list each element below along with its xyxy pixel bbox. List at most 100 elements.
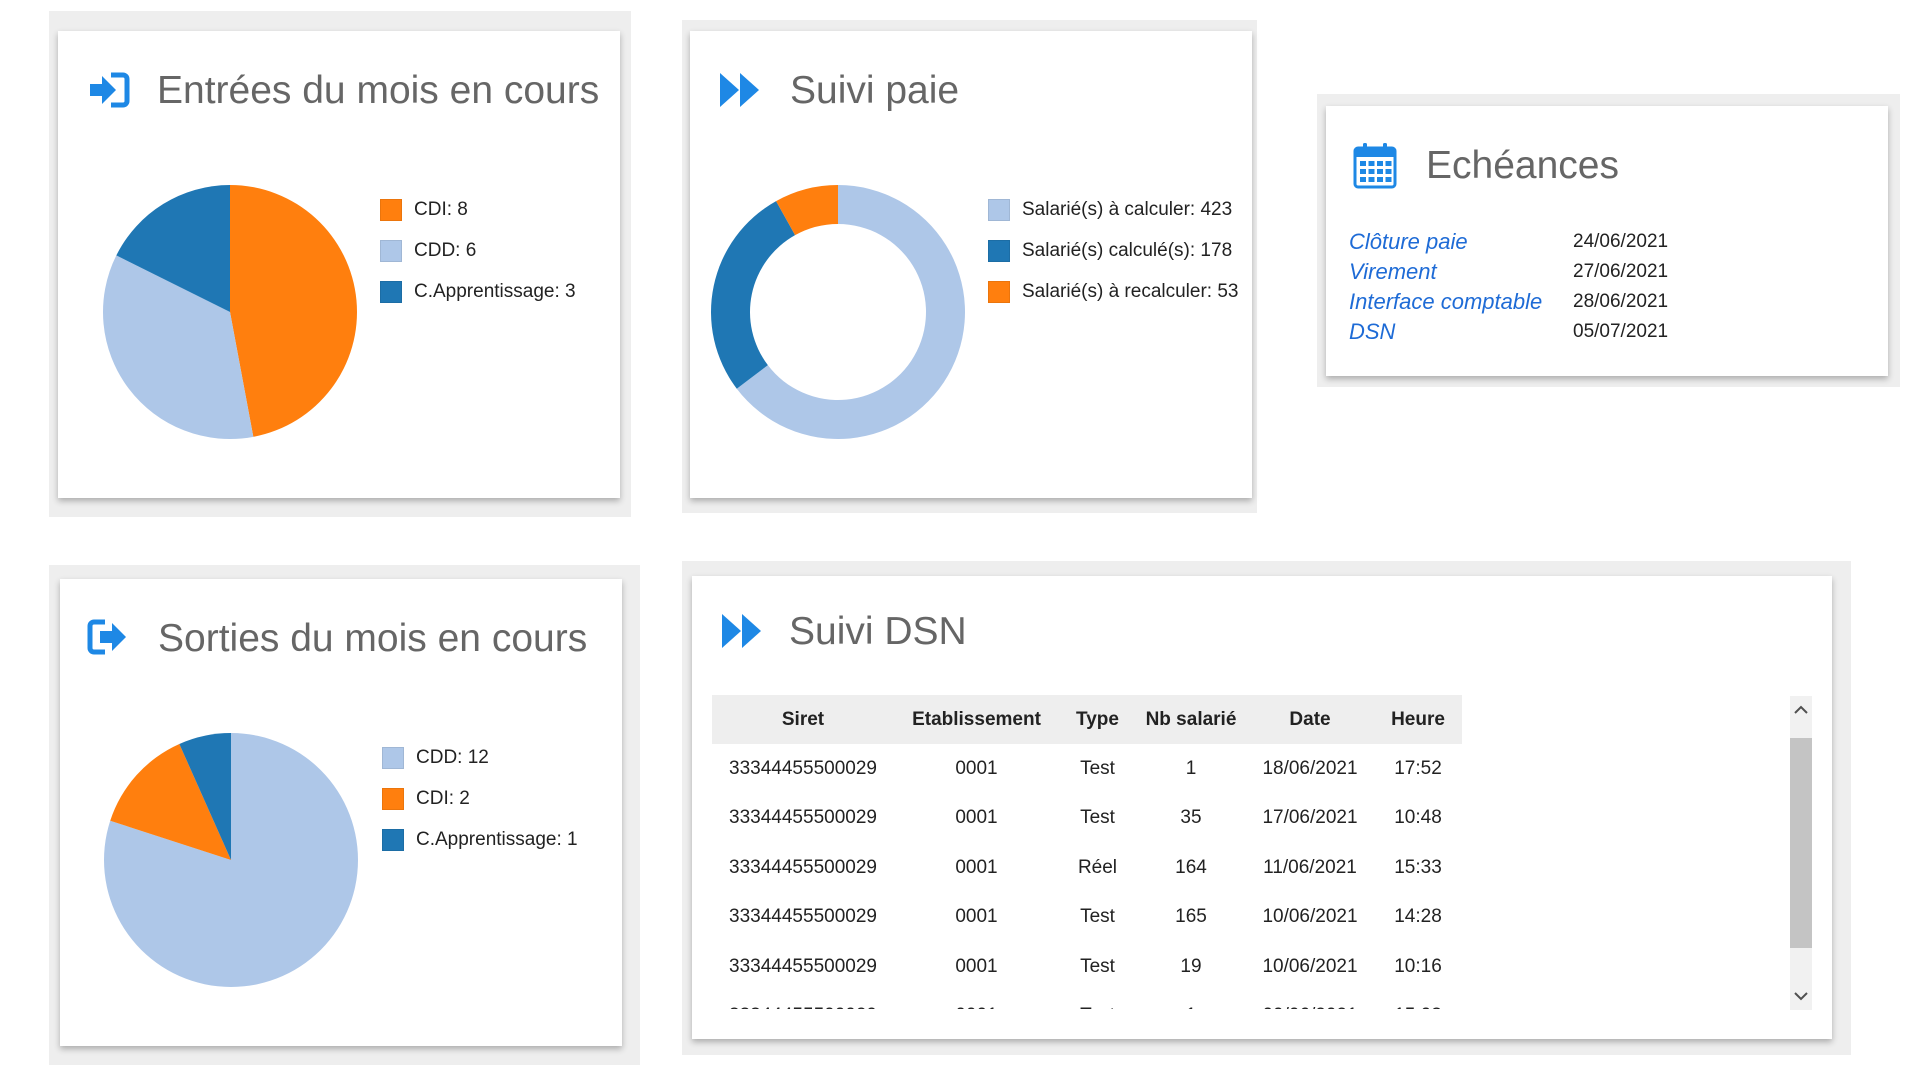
card-title: Echéances <box>1426 144 1619 187</box>
table-row[interactable]: 33344455500029 0001 Test 1 18/06/2021 17… <box>712 744 1462 794</box>
entrees-legend: CDI: 8 CDD: 6 C.Apprentissage: 3 <box>380 189 576 312</box>
column-header-type[interactable]: Type <box>1059 695 1136 744</box>
cell-etablissement: 0001 <box>955 906 998 928</box>
table-row[interactable]: 33344455500029 0001 Test 1 09/06/2021 15… <box>712 992 1462 1009</box>
cell-heure: 10:48 <box>1394 807 1442 829</box>
suivi-paie-legend: Salarié(s) à calculer: 423 Salarié(s) ca… <box>988 189 1238 312</box>
cell-nb-salarie: 1 <box>1185 757 1197 779</box>
legend-label: CDD: 6 <box>414 239 477 261</box>
column-header-siret[interactable]: Siret <box>712 695 894 744</box>
suivi-dsn-card: Suivi DSN Siret Etablissement Type Nb sa… <box>692 576 1832 1039</box>
legend-item-cdi: CDI: 8 <box>380 189 576 230</box>
column-header-heure[interactable]: Heure <box>1374 695 1462 744</box>
legend-swatch <box>380 280 402 303</box>
cell-siret: 33344455500029 <box>729 955 877 977</box>
column-header-nb-salarie[interactable]: Nb salarié <box>1136 695 1246 744</box>
cell-type: Test <box>1080 906 1115 928</box>
cell-type: Test <box>1080 807 1115 829</box>
cell-etablissement: 0001 <box>955 757 998 779</box>
deadline-date: 28/06/2021 <box>1573 291 1669 312</box>
deadline-date: 24/06/2021 <box>1573 231 1669 252</box>
legend-swatch <box>988 239 1010 262</box>
legend-item-apprentissage: C.Apprentissage: 3 <box>380 271 576 312</box>
legend-label: Salarié(s) calculé(s): 178 <box>1022 239 1233 261</box>
legend-swatch <box>382 787 404 810</box>
legend-label: C.Apprentissage: 3 <box>414 280 576 302</box>
calendar-icon <box>1353 141 1397 194</box>
deadline-item: Clôture paie 24/06/2021 <box>1349 227 1668 257</box>
fast-forward-icon <box>720 612 764 655</box>
scroll-down-button[interactable] <box>1790 982 1812 1010</box>
cell-type: Test <box>1059 992 1136 1009</box>
column-header-etablissement[interactable]: Etablissement <box>894 695 1059 744</box>
cell-etablissement: 0001 <box>955 856 998 878</box>
cell-nb-salarie: 1 <box>1136 992 1246 1009</box>
legend-swatch <box>380 198 402 221</box>
cell-date: 10/06/2021 <box>1262 906 1358 928</box>
legend-label: Salarié(s) à calculer: 423 <box>1022 198 1233 220</box>
legend-label: CDI: 2 <box>416 787 470 809</box>
cell-siret: 33344455500029 <box>729 906 877 928</box>
suivi-paie-card: Suivi paie Salarié(s) à calculer: 423 Sa… <box>690 31 1252 498</box>
pie-slice-salari-s-calcul-s <box>711 201 796 389</box>
legend-swatch <box>988 280 1010 303</box>
chevron-up-icon <box>1794 705 1808 714</box>
cell-heure: 14:28 <box>1394 906 1442 928</box>
cell-date: 11/06/2021 <box>1263 856 1357 878</box>
legend-item-a-recalculer: Salarié(s) à recalculer: 53 <box>988 271 1238 312</box>
legend-label: C.Apprentissage: 1 <box>416 828 578 850</box>
pie-slice-cdi <box>230 185 357 437</box>
legend-label: CDI: 8 <box>414 198 468 220</box>
card-title: Suivi DSN <box>789 610 967 653</box>
cell-type: Réel <box>1077 856 1118 878</box>
table-row[interactable]: 33344455500029 0001 Test 19 10/06/2021 1… <box>712 942 1462 992</box>
cell-heure: 17:52 <box>1394 757 1442 779</box>
card-title: Entrées du mois en cours <box>157 69 600 112</box>
sorties-legend: CDD: 12 CDI: 2 C.Apprentissage: 1 <box>382 737 578 860</box>
cell-siret: 33344455500029 <box>729 757 877 779</box>
entrees-card: Entrées du mois en cours CDI: 8 CDD: 6 C… <box>58 31 620 498</box>
deadline-link[interactable]: Virement <box>1349 259 1573 285</box>
legend-label: CDD: 12 <box>416 746 489 768</box>
legend-item-cdi: CDI: 2 <box>382 778 578 819</box>
deadline-link[interactable]: Clôture paie <box>1349 229 1573 255</box>
sorties-pie-chart <box>104 733 358 987</box>
legend-item-a-calculer: Salarié(s) à calculer: 423 <box>988 189 1238 230</box>
cell-heure: 10:16 <box>1394 955 1442 977</box>
deadline-list: Clôture paie 24/06/2021 Virement 27/06/202… <box>1349 227 1668 347</box>
table-header-row: Siret Etablissement Type Nb salarié Date… <box>712 695 1462 744</box>
column-header-date[interactable]: Date <box>1246 695 1374 744</box>
deadline-item: Virement 27/06/2021 <box>1349 257 1668 287</box>
sign-out-icon <box>86 618 130 661</box>
cell-type: Test <box>1080 955 1115 977</box>
table-row[interactable]: 33344455500029 0001 Test 165 10/06/2021 … <box>712 893 1462 943</box>
dsn-table-viewport[interactable]: Siret Etablissement Type Nb salarié Date… <box>712 695 1462 1009</box>
deadline-item: Interface comptable 28/06/2021 <box>1349 287 1668 317</box>
scroll-thumb[interactable] <box>1790 738 1812 948</box>
entrees-pie-chart <box>103 185 357 439</box>
cell-date: 09/06/2021 <box>1246 992 1374 1009</box>
cell-etablissement: 0001 <box>894 992 1059 1009</box>
table-row[interactable]: 33344455500029 0001 Réel 164 11/06/2021 … <box>712 843 1462 893</box>
cell-nb-salarie: 35 <box>1180 807 1202 829</box>
cell-siret: 33344455500029 <box>729 807 877 829</box>
legend-swatch <box>380 239 402 262</box>
deadline-date: 27/06/2021 <box>1573 261 1669 282</box>
cell-siret: 33344455500029 <box>729 856 877 878</box>
legend-item-calcule: Salarié(s) calculé(s): 178 <box>988 230 1238 271</box>
cell-heure: 15:03 <box>1374 992 1462 1009</box>
suivi-paie-donut-chart <box>711 185 965 439</box>
sorties-card: Sorties du mois en cours CDD: 12 CDI: 2 … <box>60 579 622 1046</box>
deadline-link[interactable]: DSN <box>1349 319 1573 345</box>
cell-etablissement: 0001 <box>955 955 998 977</box>
table-row[interactable]: 33344455500029 0001 Test 35 17/06/2021 1… <box>712 794 1462 844</box>
scroll-up-button[interactable] <box>1790 696 1812 724</box>
deadline-link[interactable]: Interface comptable <box>1349 289 1573 315</box>
dsn-table-scrollbar[interactable] <box>1790 696 1812 1010</box>
legend-item-apprentissage: C.Apprentissage: 1 <box>382 819 578 860</box>
legend-swatch <box>382 746 404 769</box>
cell-nb-salarie: 19 <box>1180 955 1202 977</box>
deadline-date: 05/07/2021 <box>1573 321 1669 342</box>
cell-siret: 33344455500029 <box>712 992 894 1009</box>
legend-item-cdd: CDD: 6 <box>380 230 576 271</box>
